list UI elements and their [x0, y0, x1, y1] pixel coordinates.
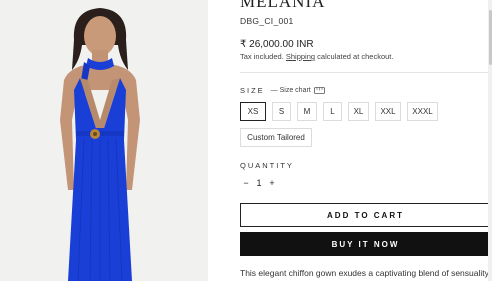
product-description: This elegant chiffon gown exudes a capti…	[240, 268, 492, 278]
size-option-xxxl[interactable]: XXXL	[407, 102, 438, 121]
quantity-label: QUANTITY	[240, 161, 294, 170]
size-chart-link[interactable]: — Size chart	[271, 87, 325, 94]
quantity-increase-button[interactable]: +	[266, 178, 278, 188]
page-scrollbar[interactable]	[488, 0, 492, 281]
divider	[240, 72, 492, 73]
size-chart-label: — Size chart	[270, 87, 311, 94]
tax-note-suffix: calculated at checkout.	[315, 52, 394, 61]
model-figure-illustration	[0, 0, 208, 281]
size-options: XS S M L XL XXL XXXL	[240, 102, 444, 121]
add-to-cart-button[interactable]: ADD TO CART	[240, 203, 491, 227]
product-price: ₹ 26,000.00 INR	[240, 39, 314, 50]
size-option-custom-tailored[interactable]: Custom Tailored	[240, 128, 312, 147]
quantity-decrease-button[interactable]: −	[240, 178, 252, 188]
ruler-icon	[313, 87, 325, 94]
product-info-panel: MELANIA DBG_CI_001 ₹ 26,000.00 INR Tax i…	[240, 0, 492, 281]
size-option-xl[interactable]: XL	[348, 102, 369, 121]
product-image[interactable]	[0, 0, 208, 281]
size-option-xs[interactable]: XS	[240, 102, 266, 121]
buy-now-button[interactable]: BUY IT NOW	[240, 232, 491, 256]
tax-note: Tax included. Shipping calculated at che…	[240, 52, 393, 61]
size-option-s[interactable]: S	[272, 102, 291, 121]
shipping-link[interactable]: Shipping	[286, 52, 315, 61]
product-title: MELANIA	[240, 0, 326, 11]
size-option-xxl[interactable]: XXL	[375, 102, 401, 121]
tax-note-prefix: Tax included.	[240, 52, 286, 61]
quantity-stepper: − 1 +	[240, 174, 278, 191]
size-label: SIZE	[240, 86, 265, 95]
size-option-l[interactable]: L	[323, 102, 342, 121]
size-header: SIZE — Size chart	[240, 86, 325, 95]
quantity-value[interactable]: 1	[253, 178, 265, 188]
product-sku: DBG_CI_001	[240, 16, 294, 26]
size-option-m[interactable]: M	[297, 102, 317, 121]
